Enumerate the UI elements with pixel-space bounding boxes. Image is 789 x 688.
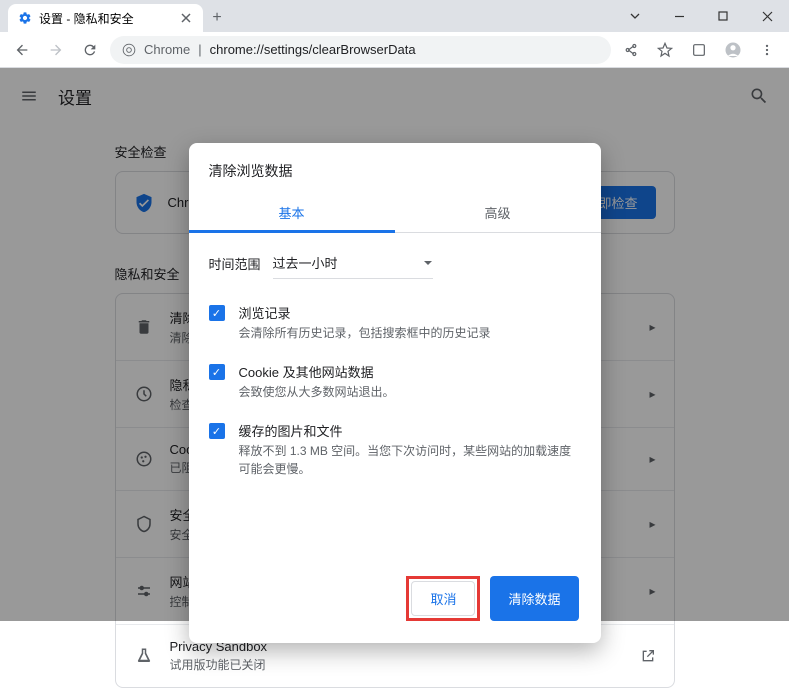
cancel-highlight: 取消: [406, 576, 480, 621]
dialog-title: 清除浏览数据: [189, 143, 601, 193]
flask-icon: [134, 646, 154, 666]
dropdown-caret-icon: [423, 260, 433, 266]
dialog-actions: 取消 清除数据: [189, 558, 601, 643]
tab-basic[interactable]: 基本: [189, 193, 395, 232]
nav-back-button[interactable]: [8, 36, 36, 64]
url-prefix: Chrome: [144, 42, 190, 57]
time-range-row: 时间范围 过去一小时: [189, 233, 601, 293]
dialog-tabs: 基本 高级: [189, 193, 601, 233]
clear-browsing-data-dialog: 清除浏览数据 基本 高级 时间范围 过去一小时 ✓ 浏览记录 会清除所有历史记录…: [189, 143, 601, 643]
check-row-cache: ✓ 缓存的图片和文件 释放不到 1.3 MB 空间。当您下次访问时，某些网站的加…: [189, 411, 601, 488]
check-row-cookies: ✓ Cookie 及其他网站数据 会致使您从大多数网站退出。: [189, 352, 601, 411]
extensions-icon[interactable]: [685, 36, 713, 64]
nav-forward-button[interactable]: [42, 36, 70, 64]
url-path: chrome://settings/clearBrowserData: [210, 42, 416, 57]
tab-close-icon[interactable]: [179, 11, 193, 25]
browser-tab[interactable]: 设置 - 隐私和安全: [8, 4, 203, 32]
tab-advanced[interactable]: 高级: [395, 193, 601, 232]
cancel-button[interactable]: 取消: [411, 581, 475, 616]
window-controls: [613, 0, 789, 32]
window-minimize-icon[interactable]: [657, 0, 701, 32]
tab-title: 设置 - 隐私和安全: [39, 10, 134, 27]
checkbox-history[interactable]: ✓: [209, 305, 225, 321]
time-range-select[interactable]: 过去一小时: [273, 247, 433, 279]
window-maximize-icon[interactable]: [701, 0, 745, 32]
chrome-logo-icon: [122, 43, 136, 57]
bookmark-icon[interactable]: [651, 36, 679, 64]
share-icon[interactable]: [617, 36, 645, 64]
url-box[interactable]: Chrome | chrome://settings/clearBrowserD…: [110, 36, 611, 64]
settings-gear-icon: [18, 11, 32, 25]
browser-titlebar: 设置 - 隐私和安全 +: [0, 0, 789, 32]
modal-overlay: 清除浏览数据 基本 高级 时间范围 过去一小时 ✓ 浏览记录 会清除所有历史记录…: [0, 68, 789, 621]
window-close-icon[interactable]: [745, 0, 789, 32]
check-row-history: ✓ 浏览记录 会清除所有历史记录，包括搜索框中的历史记录: [189, 293, 601, 352]
time-range-label: 时间范围: [209, 254, 261, 273]
checkbox-cookies[interactable]: ✓: [209, 364, 225, 380]
clear-data-button[interactable]: 清除数据: [490, 576, 578, 621]
profile-icon[interactable]: [719, 36, 747, 64]
nav-reload-button[interactable]: [76, 36, 104, 64]
external-link-icon: [640, 648, 656, 664]
address-bar: Chrome | chrome://settings/clearBrowserD…: [0, 32, 789, 68]
window-dropdown-icon[interactable]: [613, 0, 657, 32]
checkbox-cache[interactable]: ✓: [209, 423, 225, 439]
menu-dots-icon[interactable]: [753, 36, 781, 64]
new-tab-button[interactable]: +: [203, 4, 231, 32]
